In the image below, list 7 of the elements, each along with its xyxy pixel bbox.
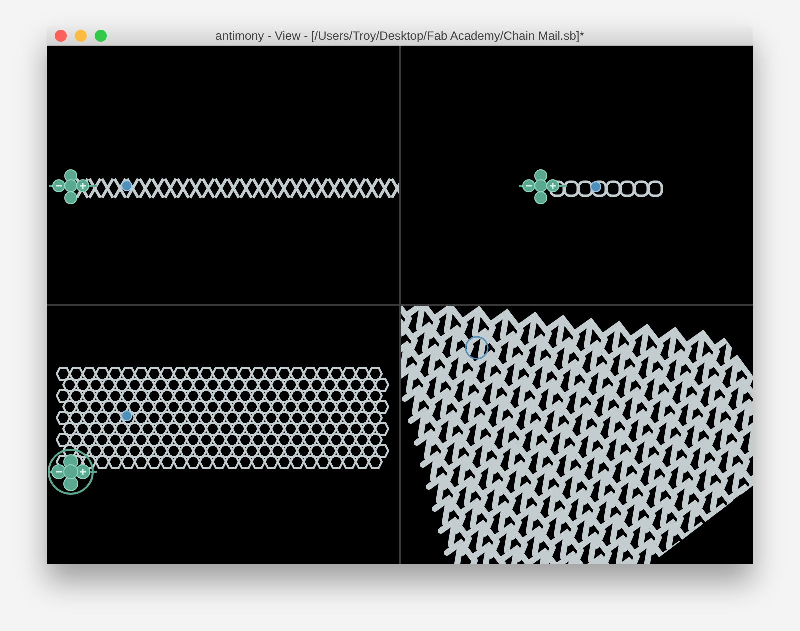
- handle-icon[interactable]: [49, 170, 97, 204]
- window-title: antimony - View - [/Users/Troy/Desktop/Fab Academy/Chain Mail.sb]*: [214, 28, 586, 42]
- origin-marker-icon: [122, 180, 132, 192]
- origin-marker-icon: [122, 410, 132, 422]
- handle-icon[interactable]: [48, 449, 97, 495]
- origin-marker-icon: [590, 182, 602, 192]
- handle-icon[interactable]: [519, 170, 567, 204]
